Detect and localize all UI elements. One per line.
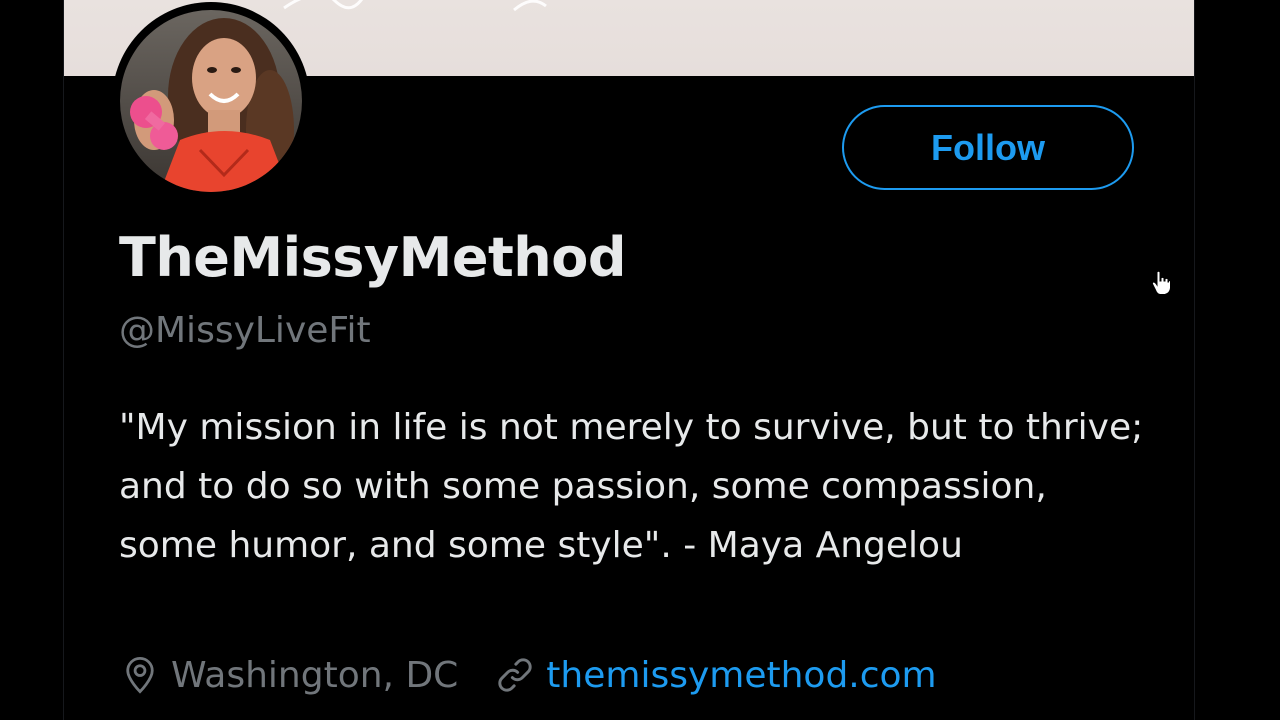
avatar-photo [120,10,302,192]
profile-handle: @MissyLiveFit [119,310,371,351]
link-icon [498,658,532,692]
website-link[interactable]: themissymethod.com [546,655,936,696]
avatar[interactable] [112,2,310,200]
profile-location: Washington, DC [119,654,458,696]
profile-meta: Washington, DC themissymethod.com [119,650,937,700]
profile-card: Follow TheMissyMethod @MissyLiveFit "My … [63,0,1195,720]
hand-pointer-cursor-icon [1151,270,1171,295]
location-text: Washington, DC [171,654,459,696]
profile-website[interactable]: themissymethod.com [494,654,937,696]
location-pin-icon [126,656,154,694]
banner-script-decoration [283,0,547,12]
profile-bio: "My mission in life is not merely to sur… [119,407,1144,566]
profile-display-name: TheMissyMethod [119,226,627,289]
follow-button[interactable]: Follow [842,105,1134,190]
